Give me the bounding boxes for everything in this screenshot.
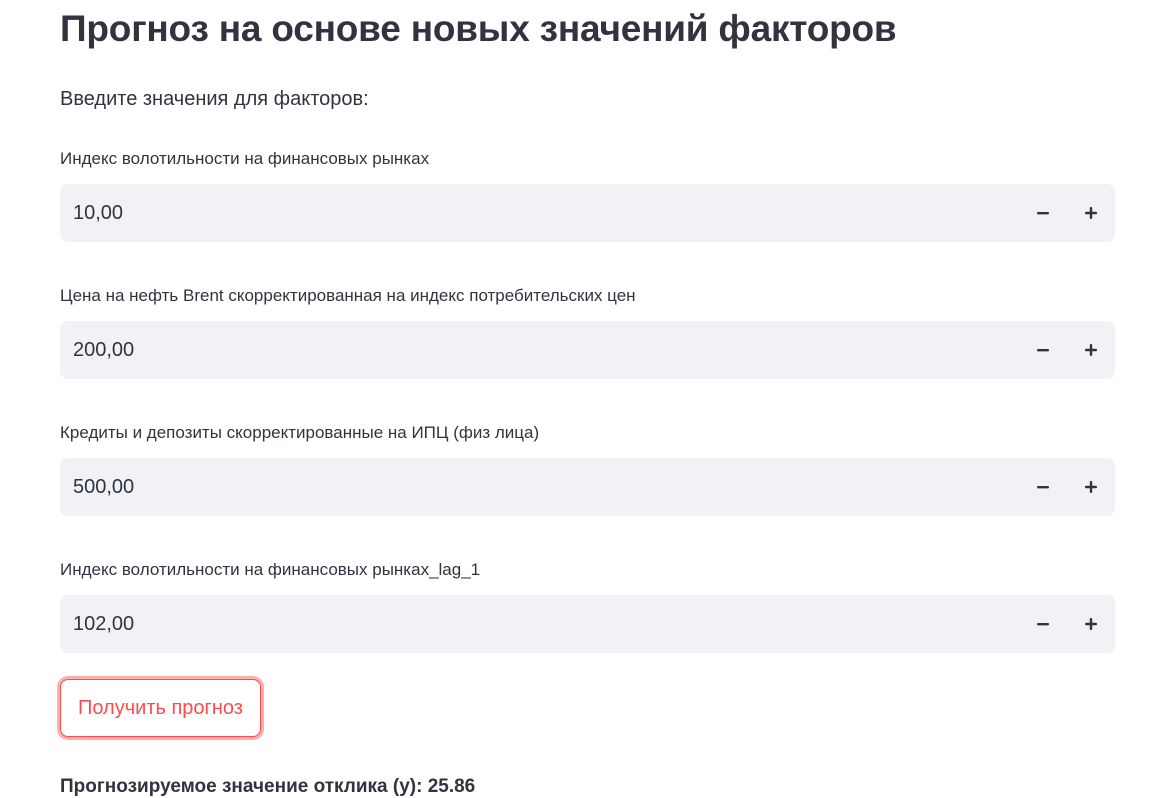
stepper-4 (1019, 595, 1115, 653)
increment-button-1[interactable] (1067, 184, 1115, 242)
increment-button-3[interactable] (1067, 458, 1115, 516)
minus-icon (1036, 343, 1050, 357)
factor-label-4: Индекс волотильности на финансовых рынка… (60, 560, 481, 579)
minus-icon (1036, 206, 1050, 220)
number-input-4 (60, 595, 1115, 653)
minus-icon (1036, 480, 1050, 494)
prediction-result: Прогнозируемое значение отклика (y): 25.… (60, 776, 476, 797)
plus-icon (1084, 617, 1098, 631)
factor-label-3: Кредиты и депозиты скорректированные на … (60, 423, 540, 442)
number-input-2 (60, 321, 1115, 379)
factor-field-4: Индекс волотильности на финансовых рынка… (60, 559, 1115, 653)
factor-field-1: Индекс волотильности на финансовых рынка… (60, 148, 1115, 242)
plus-icon (1084, 206, 1098, 220)
factor-label-1: Индекс волотильности на финансовых рынка… (60, 149, 430, 168)
plus-icon (1084, 343, 1098, 357)
minus-icon (1036, 617, 1050, 631)
factor-value-input-1[interactable] (60, 184, 1019, 242)
plus-icon (1084, 480, 1098, 494)
stepper-3 (1019, 458, 1115, 516)
increment-button-4[interactable] (1067, 595, 1115, 653)
number-input-1 (60, 184, 1115, 242)
factor-value-input-3[interactable] (60, 458, 1019, 516)
factor-value-input-4[interactable] (60, 595, 1019, 653)
factor-label-2: Цена на нефть Brent скорректированная на… (60, 286, 636, 305)
intro-text: Введите значения для факторов: (60, 88, 369, 110)
main-content: Прогноз на основе новых значений факторо… (60, 0, 1115, 798)
factor-field-2: Цена на нефть Brent скорректированная на… (60, 285, 1115, 379)
decrement-button-1[interactable] (1019, 184, 1067, 242)
get-forecast-button[interactable]: Получить прогноз (60, 679, 261, 737)
decrement-button-3[interactable] (1019, 458, 1067, 516)
factor-value-input-2[interactable] (60, 321, 1019, 379)
increment-button-2[interactable] (1067, 321, 1115, 379)
page: Прогноз на основе новых значений факторо… (0, 0, 1169, 798)
stepper-1 (1019, 184, 1115, 242)
page-title: Прогноз на основе новых значений факторо… (60, 8, 897, 49)
factor-field-3: Кредиты и депозиты скорректированные на … (60, 422, 1115, 516)
number-input-3 (60, 458, 1115, 516)
decrement-button-2[interactable] (1019, 321, 1067, 379)
stepper-2 (1019, 321, 1115, 379)
decrement-button-4[interactable] (1019, 595, 1067, 653)
